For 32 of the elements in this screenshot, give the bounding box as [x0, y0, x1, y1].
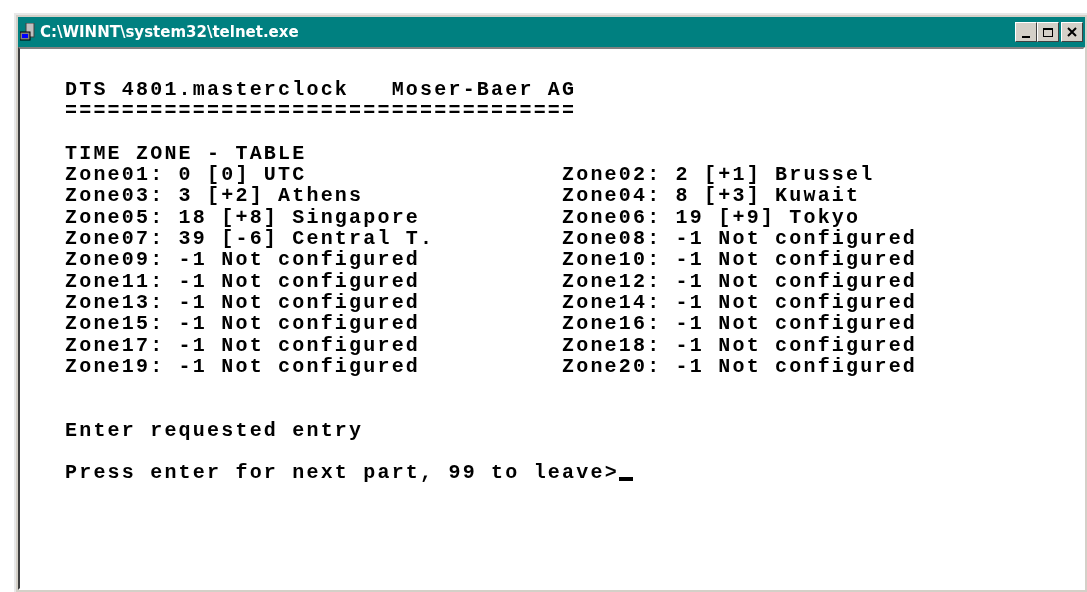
zone-entry: Zone09: -1 Not configured	[65, 249, 422, 271]
message-text: Enter requested entry	[65, 419, 365, 442]
zone-entry: Zone15: -1 Not configured	[65, 313, 422, 335]
zone-entry: Zone02: 2 [+1] Brussel	[562, 164, 876, 186]
text-cursor	[618, 476, 633, 481]
zone-entry: Zone20: -1 Not configured	[562, 355, 919, 378]
zone-entry: Zone07: 39 [-6] Central T.	[65, 228, 436, 250]
zone-entry: Zone03: 3 [+2] Athens	[65, 185, 365, 207]
zone-entry: Zone11: -1 Not configured	[65, 270, 422, 292]
separator-text: ====================================	[65, 100, 578, 122]
maximize-button[interactable]	[1037, 22, 1059, 42]
zone-entry: Zone18: -1 Not configured	[562, 334, 919, 356]
zone-entry: Zone01: 0 [0] UTC	[65, 164, 307, 186]
close-button[interactable]	[1061, 22, 1083, 42]
zone-entry: Zone05: 18 [+8] Singapore	[65, 206, 422, 229]
zone-entry: Zone14: -1 Not configured	[562, 291, 919, 314]
zone-entry: Zone06: 19 [+9] Tokyo	[562, 206, 862, 229]
zone-entry: Zone19: -1 Not configured	[65, 355, 422, 378]
zone-entry: Zone10: -1 Not configured	[562, 249, 919, 271]
minimize-button[interactable]	[1015, 22, 1037, 42]
window-title: C:\WINNT\system32\telnet.exe	[40, 23, 300, 41]
computer-icon	[20, 23, 38, 41]
prompt-text: Press enter for next part, 99 to leave>	[65, 462, 619, 484]
zone-entry: Zone16: -1 Not configured	[562, 313, 919, 335]
zone-entry: Zone17: -1 Not configured	[65, 334, 422, 356]
table-heading: TIME ZONE - TABLE	[65, 142, 308, 165]
zone-entry: Zone13: -1 Not configured	[65, 291, 422, 314]
zone-entry: Zone04: 8 [+3] Kuwait	[562, 185, 862, 207]
zone-entry: Zone12: -1 Not configured	[562, 270, 919, 292]
close-icon	[1067, 27, 1077, 37]
header-text: DTS 4801.masterclock Moser-Baer AG	[65, 79, 578, 101]
zone-entry: Zone08: -1 Not configured	[562, 228, 919, 250]
